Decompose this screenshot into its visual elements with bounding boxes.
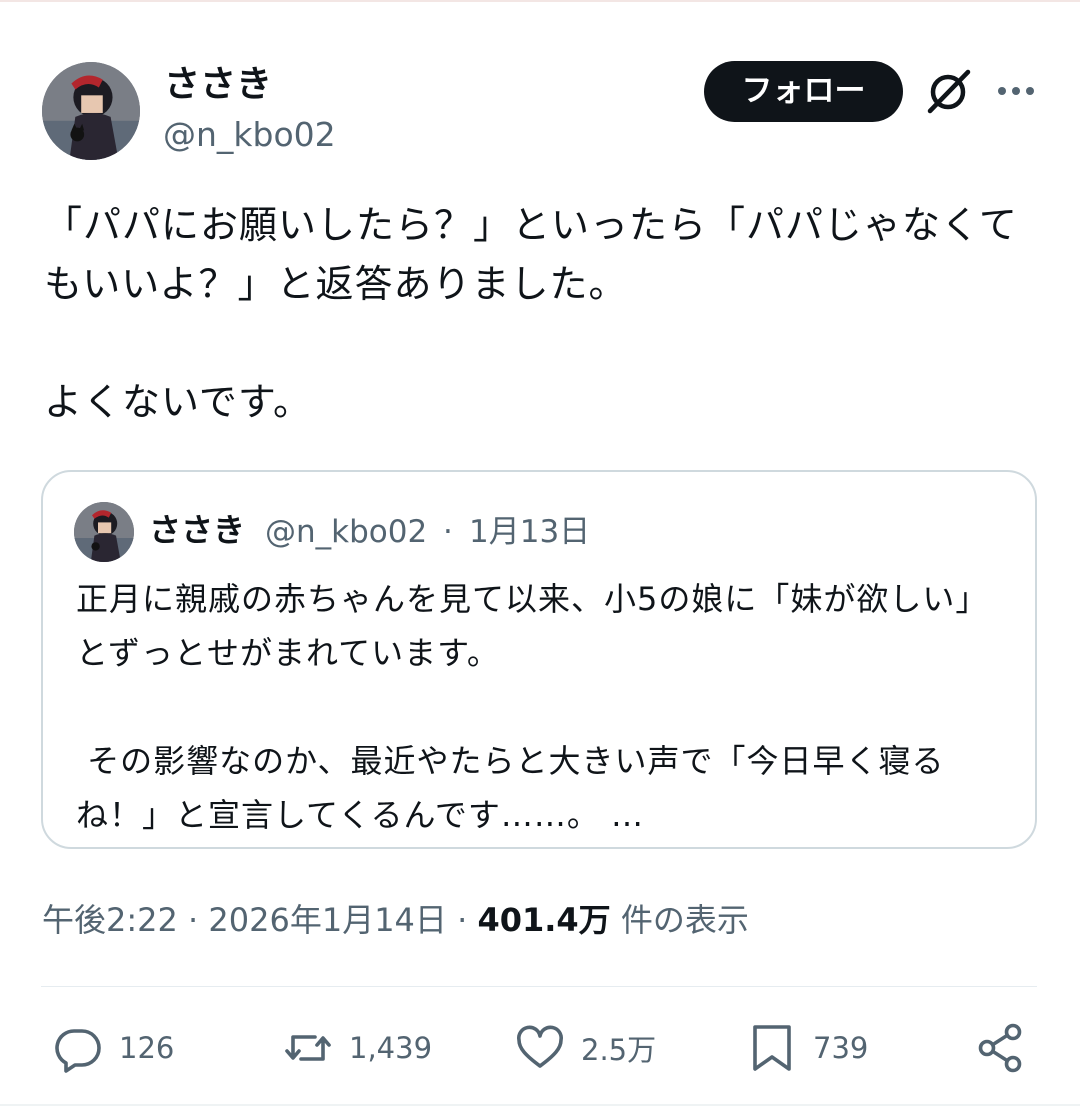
quoted-avatar-image (74, 502, 134, 562)
retweet-count: 1,439 (349, 1031, 433, 1065)
author-handle[interactable]: @n_kbo02 (163, 114, 336, 156)
follow-button[interactable]: フォロー (704, 61, 903, 122)
reply-count: 126 (119, 1031, 175, 1065)
bottom-border (0, 1104, 1080, 1106)
quoted-author-handle: @n_kbo02 (265, 514, 428, 550)
quoted-text: 正月に親戚の赤ちゃんを見て以来、小5の娘に「妹が欲しい」とずっとせがまれています… (76, 580, 989, 834)
retweet-icon (285, 1035, 331, 1061)
meta-separator: · (446, 901, 478, 939)
quoted-author-name: ささき (149, 511, 246, 549)
more-icon[interactable] (995, 76, 1037, 106)
views-count: 401.4万 (477, 901, 611, 939)
reply-button[interactable]: 126 (53, 1021, 174, 1075)
bookmark-button[interactable]: 739 (747, 1021, 868, 1075)
views-label: 件の表示 (610, 901, 749, 939)
author-name[interactable]: ささき (164, 63, 272, 107)
post-date[interactable]: 2026年1月14日 (208, 901, 447, 939)
post-time[interactable]: 午後2:22 (42, 901, 178, 939)
tweet-text: 「パパにお願いしたら？」といったら「パパじゃなくてもいいよ？」と返答ありました。… (44, 203, 1018, 424)
like-button[interactable]: 2.5万 (515, 1021, 656, 1075)
bookmark-count: 739 (813, 1031, 869, 1065)
author-avatar[interactable] (42, 62, 140, 160)
bookmark-icon (753, 1025, 791, 1071)
like-count: 2.5万 (581, 1033, 657, 1067)
quoted-separator: · (443, 514, 453, 550)
retweet-button[interactable]: 1,439 (283, 1021, 432, 1075)
grok-icon[interactable] (922, 66, 974, 118)
quoted-tweet[interactable]: ささき @n_kbo02 · 1月13日 正月に親戚の赤ちゃんを見て以来、小5の… (41, 470, 1037, 849)
avatar-image (42, 62, 140, 160)
divider (41, 986, 1037, 987)
tweet-meta: 午後2:22 · 2026年1月14日 · 401.4万 件の表示 (42, 898, 749, 942)
quoted-date: 1月13日 (469, 514, 591, 550)
top-border (0, 0, 1080, 2)
heart-icon (517, 1025, 563, 1068)
meta-separator: · (177, 901, 209, 939)
share-button[interactable] (976, 1021, 1042, 1075)
quoted-avatar (74, 502, 134, 562)
reply-icon (55, 1029, 101, 1073)
share-icon (978, 1023, 1022, 1073)
